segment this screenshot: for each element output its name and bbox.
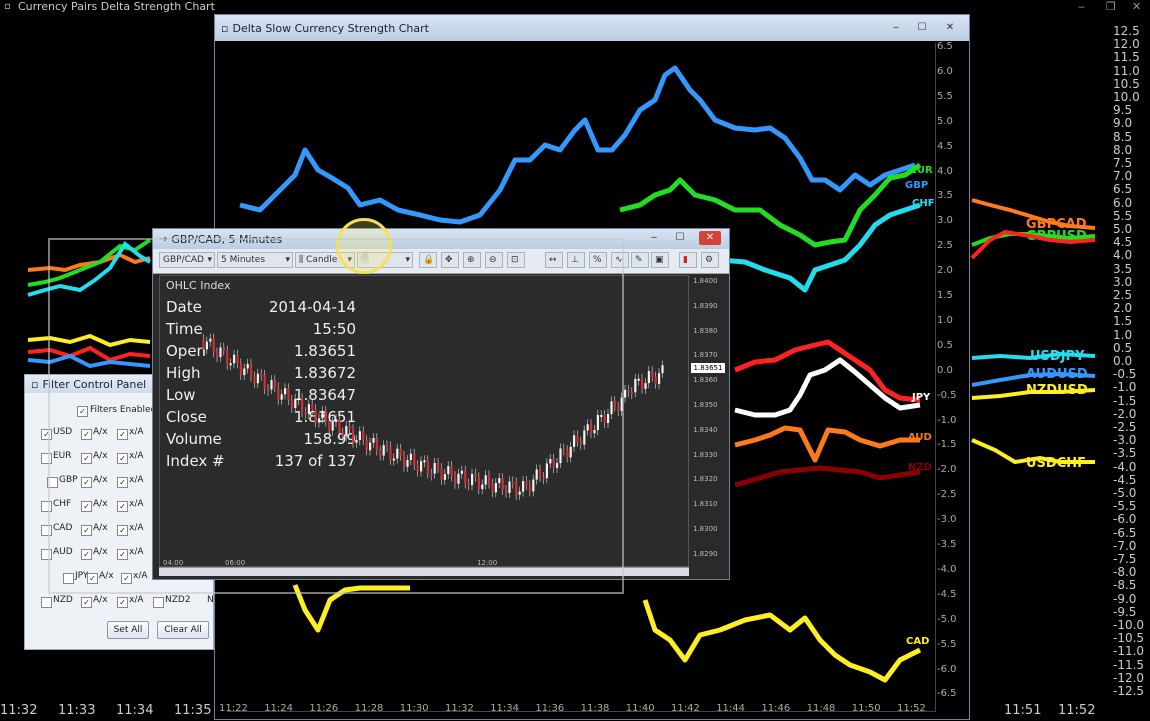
price-tick-label: 1.8370 xyxy=(693,351,718,360)
selection-rectangle xyxy=(48,238,624,594)
currency-label: NZD xyxy=(53,595,73,605)
candle-body xyxy=(654,376,657,384)
price-tick-label: 1.8340 xyxy=(693,425,718,434)
close-button[interactable]: ✕ xyxy=(699,231,721,245)
ax-checkbox[interactable]: ✓ xyxy=(81,597,92,608)
candle-body xyxy=(658,373,661,384)
ax-label: A/x xyxy=(93,595,108,605)
set-all-button[interactable]: Set All xyxy=(107,621,149,639)
price-tick-label: 1.8320 xyxy=(693,475,718,484)
series-label: CAD xyxy=(906,636,930,647)
xa-label: x/A xyxy=(129,595,144,605)
price-tick-label: 1.8350 xyxy=(693,401,718,409)
candle-body xyxy=(647,371,650,384)
candle-body xyxy=(644,383,647,389)
price-tick-label: 1.8360 xyxy=(693,376,718,385)
clear-all-button[interactable]: Clear All xyxy=(157,621,209,639)
price-tick-label: 1.8310 xyxy=(693,500,718,509)
series-label: NZD xyxy=(908,462,932,473)
price-tick-label: 1.8380 xyxy=(693,326,718,335)
minimize-button[interactable]: ‒ xyxy=(643,231,665,245)
price-tick-label: 1.8390 xyxy=(693,301,718,310)
candle-body xyxy=(641,378,644,389)
series-label: GBP xyxy=(905,180,929,191)
series-label: CHF xyxy=(912,198,935,209)
cut-label: N xyxy=(207,595,214,605)
series-chf-line xyxy=(719,202,921,293)
series-nzd-line xyxy=(734,465,921,488)
filter-row-nzd: NZD ✓ A/x ✓ x/A NZD2 N xyxy=(25,591,215,613)
price-tick-label: 1.8290 xyxy=(693,549,718,558)
candle-body xyxy=(630,392,633,395)
series-label: EUR xyxy=(910,165,933,176)
nzd2-label: NZD2 xyxy=(165,595,191,605)
maximize-button[interactable]: ☐ xyxy=(669,231,691,245)
price-tick-label: 1.8300 xyxy=(693,525,718,533)
candle-body xyxy=(661,365,664,374)
price-tick-label: 1.8330 xyxy=(693,450,718,459)
currency-checkbox[interactable] xyxy=(41,597,52,608)
window-icon: ▫ xyxy=(31,377,39,391)
series-label: AUD xyxy=(908,432,932,443)
alert-icon[interactable]: ▮ xyxy=(679,252,697,268)
candle-body xyxy=(624,389,627,398)
candle-body xyxy=(651,371,654,377)
save-icon[interactable]: ▣ xyxy=(651,252,669,268)
candle-body xyxy=(634,378,637,393)
series-gbp-line xyxy=(239,65,916,225)
nzd2-checkbox[interactable] xyxy=(153,597,164,608)
series-jpy-line xyxy=(734,357,921,418)
settings-icon[interactable]: ⚙ xyxy=(701,252,719,268)
xa-checkbox[interactable]: ✓ xyxy=(117,597,128,608)
candle-body xyxy=(627,389,630,393)
series-cad-line xyxy=(292,584,922,683)
price-tick-label: 1.8400 xyxy=(693,277,718,285)
price-axis: 1.8400 1.8390 1.8380 1.8370 1.8360 1.8350 1.83… xyxy=(691,275,729,567)
series-aud-line xyxy=(734,425,920,463)
pencil-icon[interactable]: ✎ xyxy=(631,252,649,268)
price-marker: 1.83651 xyxy=(691,363,725,373)
series-label: JPY xyxy=(912,392,931,403)
candle-body xyxy=(637,378,640,381)
